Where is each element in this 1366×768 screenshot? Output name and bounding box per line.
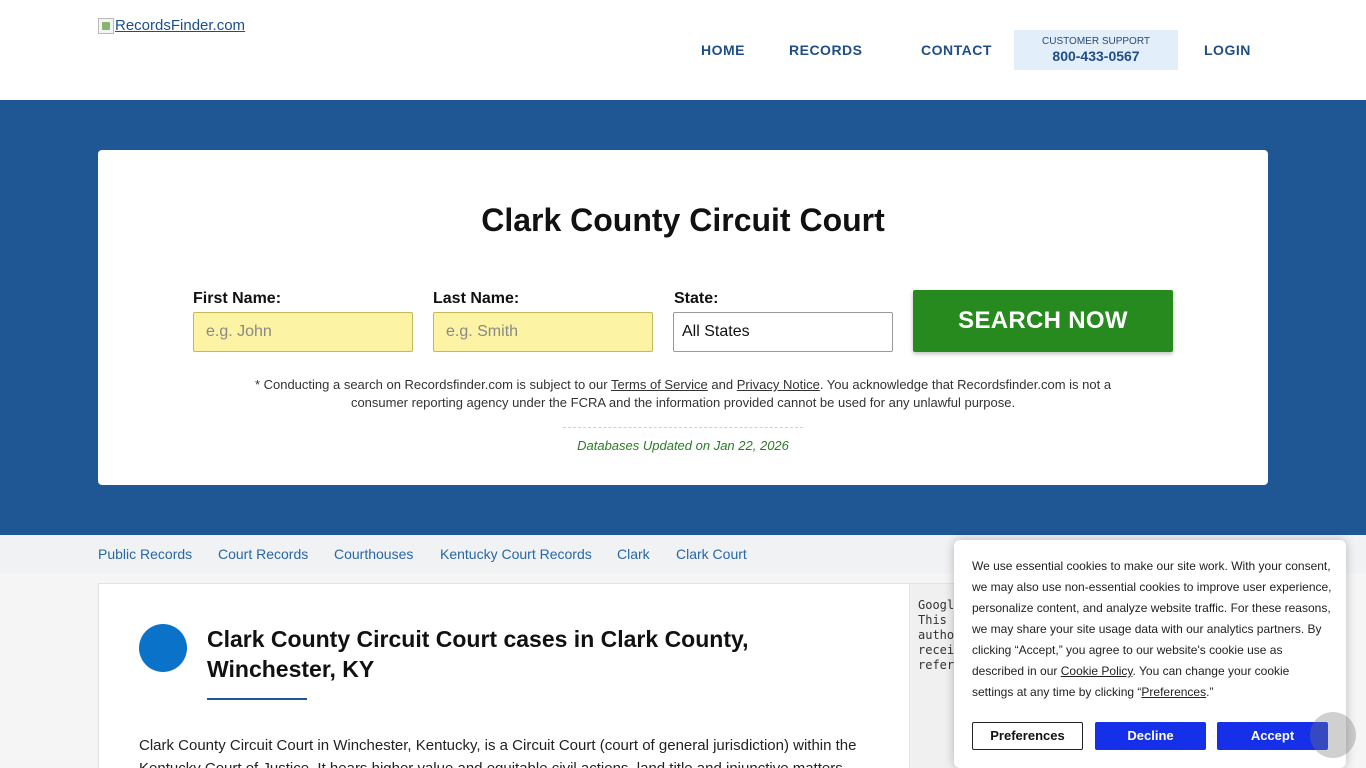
cookie-decline-button[interactable]: Decline	[1095, 722, 1206, 750]
customer-support-box[interactable]: CUSTOMER SUPPORT 800-433-0567	[1014, 30, 1178, 70]
hero-section: Clark County Circuit Court First Name: L…	[0, 100, 1366, 535]
nav-contact[interactable]: CONTACT	[921, 42, 992, 58]
support-phone-number[interactable]: 800-433-0567	[1014, 48, 1178, 64]
site-header: RecordsFinder.com HOME RECORDS CONTACT C…	[0, 0, 1366, 100]
nav-home[interactable]: HOME	[701, 42, 745, 58]
cookie-text-part-3: .”	[1206, 685, 1214, 699]
state-select[interactable]: All States	[673, 312, 893, 352]
cookie-preferences-button[interactable]: Preferences	[972, 722, 1083, 750]
nav-records[interactable]: RECORDS	[789, 42, 863, 58]
scroll-to-top-button[interactable]	[1310, 712, 1356, 758]
last-name-label: Last Name:	[433, 290, 520, 307]
breadcrumb-clark-court[interactable]: Clark Court	[676, 546, 747, 562]
breadcrumb-courthouses[interactable]: Courthouses	[334, 546, 413, 562]
search-disclaimer: * Conducting a search on Recordsfinder.c…	[248, 376, 1118, 412]
database-updated-note: Databases Updated on Jan 22, 2026	[577, 438, 789, 453]
first-name-label: First Name:	[193, 290, 282, 307]
cookie-preferences-link[interactable]: Preferences	[1141, 685, 1206, 699]
breadcrumb-public-records[interactable]: Public Records	[98, 546, 192, 562]
breadcrumb-clark[interactable]: Clark	[617, 546, 650, 562]
logo-alt-text: RecordsFinder.com	[115, 17, 246, 34]
state-label: State:	[674, 290, 719, 307]
court-circle-icon	[139, 624, 187, 672]
cookie-consent-banner: We use essential cookies to make our sit…	[954, 540, 1346, 768]
privacy-notice-link[interactable]: Privacy Notice	[737, 377, 820, 392]
site-logo-link[interactable]: RecordsFinder.com	[98, 17, 245, 34]
breadcrumb-court-records[interactable]: Court Records	[218, 546, 308, 562]
dashed-divider	[563, 427, 803, 428]
customer-support-label: CUSTOMER SUPPORT	[1042, 36, 1150, 47]
page-title: Clark County Circuit Court	[481, 202, 885, 238]
search-card: Clark County Circuit Court First Name: L…	[98, 150, 1268, 485]
cookie-text-part-1: We use essential cookies to make our sit…	[972, 559, 1332, 678]
cookie-consent-text: We use essential cookies to make our sit…	[972, 556, 1334, 703]
article-card: Clark County Circuit Court cases in Clar…	[98, 583, 910, 768]
cookie-policy-link[interactable]: Cookie Policy	[1061, 664, 1133, 678]
article-body: Clark County Circuit Court in Winchester…	[139, 737, 857, 768]
first-name-input[interactable]	[193, 312, 413, 352]
last-name-input[interactable]	[433, 312, 653, 352]
article-title: Clark County Circuit Court cases in Clar…	[207, 626, 749, 682]
disclaimer-prefix: * Conducting a search on Recordsfinder.c…	[254, 377, 608, 392]
nav-login[interactable]: LOGIN	[1204, 42, 1251, 58]
breadcrumb-kentucky-court-records[interactable]: Kentucky Court Records	[440, 546, 592, 562]
terms-of-service-link[interactable]: Terms of Service	[611, 377, 708, 392]
broken-image-icon	[98, 17, 114, 34]
search-now-button[interactable]: SEARCH NOW	[913, 290, 1173, 352]
disclaimer-and: and	[711, 377, 734, 392]
title-underline	[207, 698, 307, 700]
